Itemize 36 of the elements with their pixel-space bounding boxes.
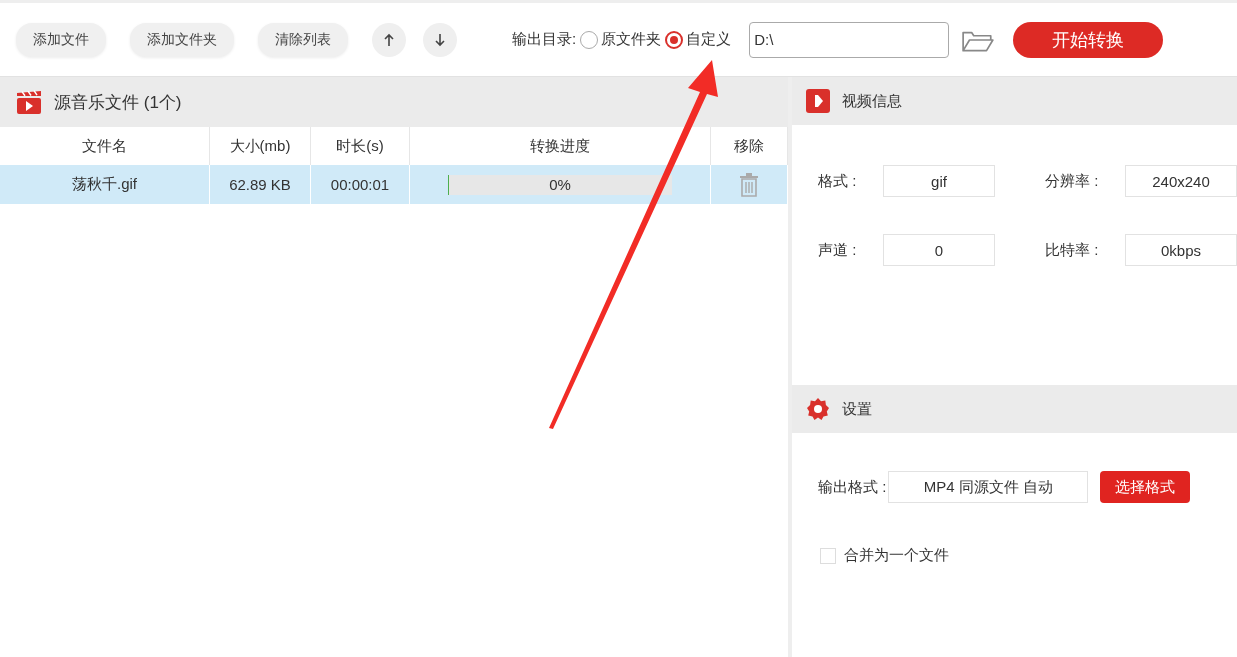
play-icon <box>806 89 830 113</box>
progress-text: 0% <box>549 176 571 193</box>
output-format-label: 输出格式 : <box>818 477 887 497</box>
field-label: 声道 : <box>818 240 858 260</box>
move-up-button[interactable] <box>372 22 406 57</box>
output-format-field: MP4 同源文件 自动 <box>888 471 1089 503</box>
toolbar-button[interactable]: 添加文件夹 <box>130 22 234 57</box>
choose-format-button[interactable]: 选择格式 <box>1100 471 1191 503</box>
trash-icon[interactable] <box>739 172 759 197</box>
radio-option[interactable]: 原文件夹 <box>580 30 662 49</box>
output-dir-label: 输出目录: <box>512 30 577 49</box>
path-field[interactable]: D:\ <box>749 21 950 58</box>
field-label: 比特率 : <box>1045 240 1100 260</box>
radio-option[interactable]: 自定义 <box>665 30 732 49</box>
settings-title: 设置 <box>842 399 872 419</box>
move-down-button[interactable] <box>423 22 457 57</box>
video-info-title: 视频信息 <box>842 91 902 111</box>
duration-cell: 00:00:01 <box>311 165 410 204</box>
toolbar-button[interactable]: 添加文件 <box>16 22 106 57</box>
field-label: 分辨率 : <box>1045 171 1100 191</box>
settings-icon <box>806 397 830 421</box>
toolbar-button[interactable]: 清除列表 <box>258 22 348 57</box>
merge-label: 合并为一个文件 <box>844 546 949 565</box>
file-size-cell: 62.89 KB <box>210 165 311 204</box>
file-name-cell: 荡秋千.gif <box>0 165 210 204</box>
video-clapper-icon <box>16 89 42 115</box>
field-label: 格式 : <box>818 171 858 191</box>
arrow-up-icon <box>382 32 396 47</box>
start-convert-button[interactable]: 开始转换 <box>1013 21 1164 58</box>
info-value-field: gif <box>883 165 995 197</box>
merge-checkbox[interactable] <box>820 547 836 564</box>
info-value-field: 240x240 <box>1125 165 1237 197</box>
file-list-title: 源音乐文件 (1个) <box>54 91 182 114</box>
info-value-field: 0kbps <box>1125 234 1237 266</box>
info-value-field: 0 <box>883 234 995 266</box>
arrow-down-icon <box>433 32 447 47</box>
